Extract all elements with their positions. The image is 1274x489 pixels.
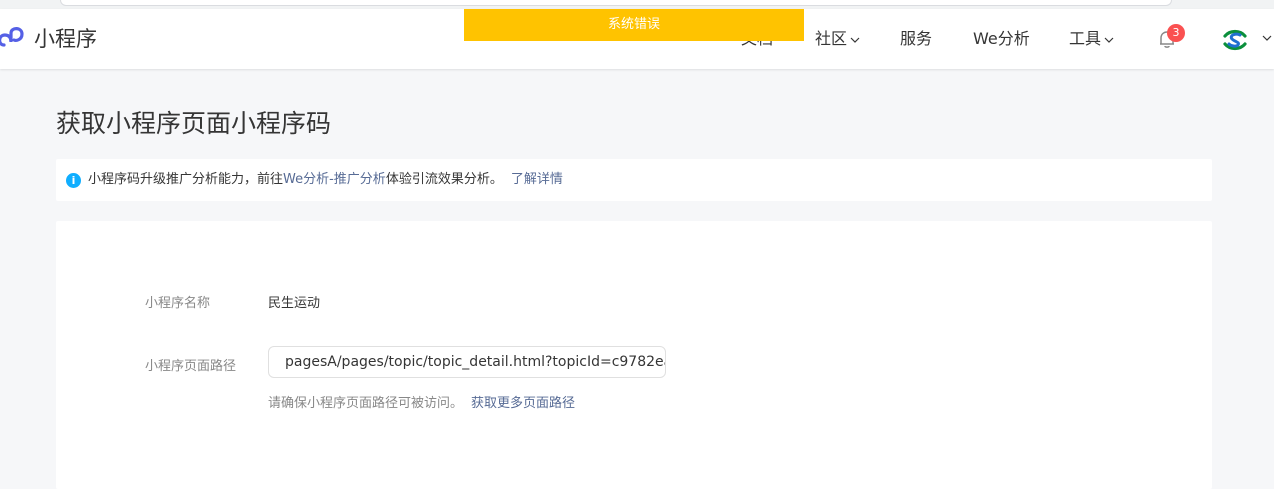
promo-notice: i 小程序码升级推广分析能力，前往We分析-推广分析体验引流效果分析。 了解详情 bbox=[56, 159, 1212, 201]
logo-text: 小程序 bbox=[34, 27, 97, 51]
page-path-hint: 请确保小程序页面路径可被访问。 获取更多页面路径 bbox=[268, 392, 575, 411]
chevron-down-icon bbox=[1104, 37, 1114, 43]
page-path-hint-text: 请确保小程序页面路径可被访问。 bbox=[268, 396, 464, 411]
we-analytics-link[interactable]: We分析-推广分析 bbox=[283, 172, 386, 187]
nav-item-we-analytics[interactable]: We分析 bbox=[973, 29, 1030, 49]
avatar[interactable] bbox=[1222, 29, 1248, 51]
miniprogram-logo-icon bbox=[0, 27, 24, 47]
notification-badge: 3 bbox=[1167, 24, 1185, 42]
page-title: 获取小程序页面小程序码 bbox=[56, 109, 332, 138]
notice-text-before: 小程序码升级推广分析能力，前往 bbox=[88, 172, 284, 187]
chevron-down-icon[interactable] bbox=[1262, 35, 1272, 41]
nav-item-tools-label: 工具 bbox=[1069, 29, 1102, 48]
nav-item-community-label: 社区 bbox=[815, 29, 848, 48]
logo[interactable]: 小程序 bbox=[0, 23, 97, 53]
nav-item-tools[interactable]: 工具 bbox=[1069, 29, 1114, 49]
nav-item-services[interactable]: 服务 bbox=[900, 29, 932, 49]
miniprogram-name-label: 小程序名称 bbox=[145, 296, 211, 311]
page-path-label: 小程序页面路径 bbox=[145, 359, 237, 374]
notice-text-after: 体验引流效果分析。 bbox=[385, 172, 503, 187]
notice-text: 小程序码升级推广分析能力，前往We分析-推广分析体验引流效果分析。 了解详情 bbox=[88, 159, 563, 201]
error-toast: 系统错误 bbox=[464, 9, 804, 41]
browser-chrome bbox=[0, 0, 1274, 9]
more-page-paths-link[interactable]: 获取更多页面路径 bbox=[471, 396, 575, 411]
browser-address-bar[interactable] bbox=[60, 0, 1172, 6]
chevron-down-icon bbox=[850, 37, 860, 43]
miniprogram-name-value: 民生运动 bbox=[268, 296, 321, 311]
learn-more-link[interactable]: 了解详情 bbox=[511, 172, 563, 187]
info-icon: i bbox=[66, 173, 81, 188]
page-path-input[interactable] bbox=[268, 346, 666, 378]
nav-item-community[interactable]: 社区 bbox=[815, 29, 860, 49]
